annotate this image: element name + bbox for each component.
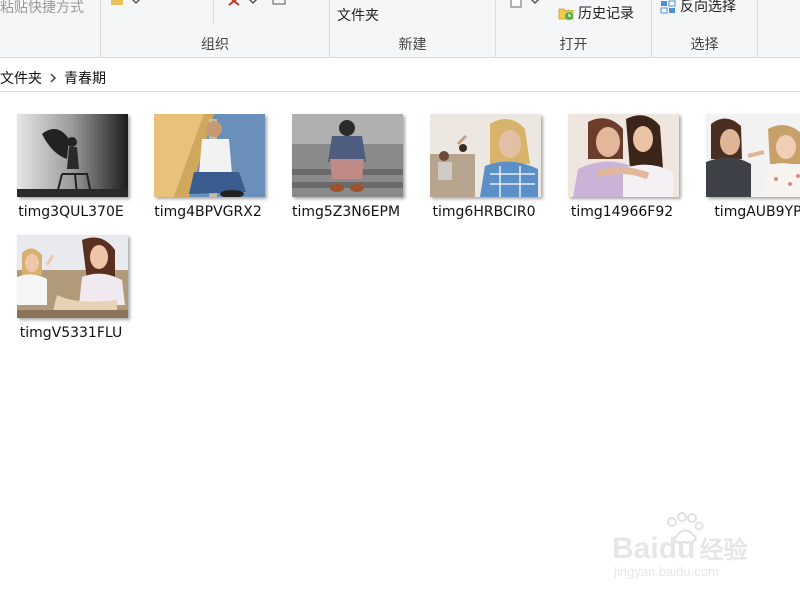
- invert-selection-icon: [660, 0, 676, 14]
- ribbon-group-clipboard: 粘贴快捷方式: [0, 0, 100, 57]
- baidu-jingyan-watermark: Baidu 经验 jingyan.baidu.com: [612, 512, 782, 582]
- file-name: timg3QUL370E: [18, 204, 124, 220]
- new-folder-button[interactable]: 文件夹: [337, 5, 379, 25]
- ribbon: 粘贴快捷方式 组织 文件夹 新建 历史记录 打开 反向选择 选择: [0, 0, 800, 58]
- file-name: timg14966F92: [570, 204, 674, 220]
- image-thumbnail: [706, 114, 800, 197]
- rename-button[interactable]: [271, 0, 287, 9]
- ribbon-divider: [757, 0, 758, 57]
- file-name: timgAUB9YPJ: [714, 204, 800, 220]
- history-icon: [558, 8, 574, 20]
- paste-shortcut-button[interactable]: 粘贴快捷方式: [0, 0, 84, 17]
- image-thumbnail: [292, 114, 403, 197]
- breadcrumb-item-current[interactable]: 青春期: [60, 68, 110, 88]
- image-thumbnail: [17, 114, 128, 197]
- file-name: timg6HRBCIR0: [432, 204, 536, 220]
- ribbon-group-new: 文件夹 新建: [330, 0, 495, 57]
- properties-button[interactable]: [508, 0, 542, 9]
- ribbon-group-label: 选择: [690, 37, 719, 53]
- chevron-right-icon[interactable]: [46, 71, 60, 85]
- ribbon-group-open: 历史记录 打开: [496, 0, 651, 57]
- ribbon-group-label: 新建: [398, 37, 427, 53]
- chevron-down-icon: [248, 0, 258, 5]
- breadcrumb: 文件夹 青春期: [0, 64, 800, 92]
- image-thumbnail: [17, 235, 128, 318]
- delete-button[interactable]: [226, 0, 260, 9]
- breadcrumb-item-folder[interactable]: 文件夹: [0, 68, 46, 88]
- move-to-icon: [111, 0, 123, 5]
- ribbon-divider: [213, 0, 214, 24]
- image-thumbnail: [430, 114, 541, 197]
- invert-selection-button[interactable]: 反向选择: [660, 0, 736, 16]
- file-name: timgV5331FLU: [19, 325, 123, 341]
- file-name: timg4BPVGRX2: [154, 204, 262, 220]
- chevron-down-icon: [530, 0, 540, 5]
- move-to-button[interactable]: [109, 0, 143, 9]
- chevron-down-icon: [131, 0, 141, 5]
- history-button[interactable]: 历史记录: [558, 3, 634, 23]
- watermark-url: jingyan.baidu.com: [614, 564, 719, 579]
- ribbon-group-organize: 组织: [101, 0, 329, 57]
- ribbon-group-select: 反向选择 选择: [652, 0, 757, 57]
- file-name: timg5Z3N6EPM: [291, 204, 401, 220]
- watermark-brand: Baidu 经验: [612, 532, 748, 565]
- ribbon-group-label: 打开: [559, 37, 588, 53]
- invert-selection-label: 反向选择: [680, 0, 736, 15]
- properties-icon: [510, 0, 522, 8]
- ribbon-group-label: 组织: [201, 37, 229, 53]
- history-label: 历史记录: [578, 6, 634, 22]
- rename-icon: [272, 0, 286, 5]
- delete-icon: [228, 0, 240, 6]
- image-thumbnail: [154, 114, 265, 197]
- image-thumbnail: [568, 114, 679, 197]
